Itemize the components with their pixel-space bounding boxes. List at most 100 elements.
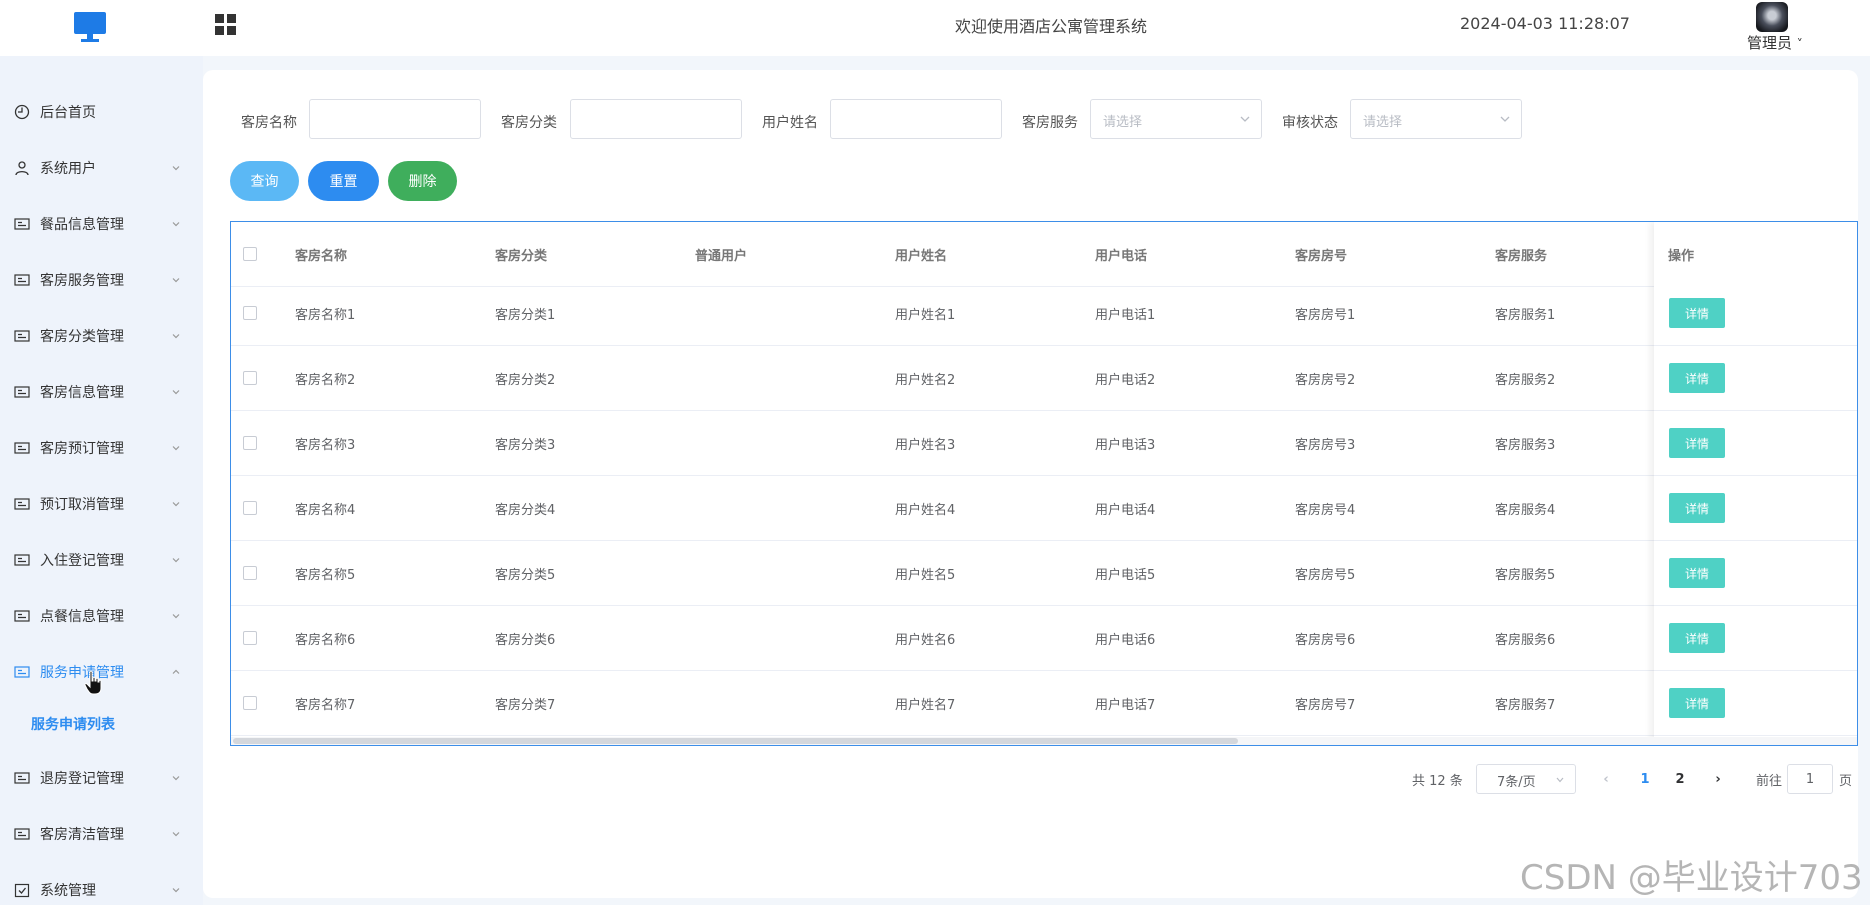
table-row: 客房名称1 客房分类1 用户姓名1 用户电话1 客房房号1 客房服务1 — [231, 281, 1857, 346]
chevron-up-icon — [170, 666, 182, 678]
table-cell: 用户电话1 — [1095, 307, 1156, 323]
table-cell: 客房名称7 — [295, 697, 356, 713]
next-page-button[interactable]: › — [1703, 764, 1733, 794]
column-header: 客房房号 — [1295, 248, 1348, 264]
scrollbar-thumb[interactable] — [233, 738, 1238, 744]
sidebar-item-3[interactable]: 客房服务管理 — [0, 252, 203, 308]
sidebar-item-8[interactable]: 入住登记管理 — [0, 532, 203, 588]
column-header: 客房分类 — [495, 248, 548, 264]
detail-button[interactable]: 详情 — [1669, 363, 1725, 393]
chevron-down-icon — [170, 828, 182, 840]
sidebar-item-4[interactable]: 客房分类管理 — [0, 308, 203, 364]
card-icon — [14, 328, 30, 344]
chevron-down-icon — [170, 554, 182, 566]
sidebar-item-label: 客房信息管理 — [40, 385, 124, 401]
sidebar-item-5[interactable]: 客房信息管理 — [0, 364, 203, 420]
row-checkbox[interactable] — [243, 696, 257, 710]
sidebar-item-12[interactable]: 客房清洁管理 — [0, 806, 203, 862]
row-checkbox[interactable] — [243, 436, 257, 450]
row-checkbox[interactable] — [243, 306, 257, 320]
goto-page-input[interactable] — [1787, 764, 1833, 794]
detail-button[interactable]: 详情 — [1669, 428, 1725, 458]
sidebar-item-9[interactable]: 点餐信息管理 — [0, 588, 203, 644]
detail-button[interactable]: 详情 — [1669, 298, 1725, 328]
checkbox-icon — [14, 882, 30, 898]
table-cell: 客房房号3 — [1295, 437, 1356, 453]
sidebar: 后台首页系统用户餐品信息管理客房服务管理客房分类管理 客房信息管理 客房预订管理预订… — [0, 56, 203, 905]
operations-column: 操作 详情 详情 详情 详情 详情 详情 详情 — [1654, 222, 1857, 745]
sidebar-item-label: 后台首页 — [40, 105, 96, 121]
card-icon — [14, 608, 30, 624]
card-icon — [14, 826, 30, 842]
avatar[interactable] — [1756, 2, 1788, 32]
sidebar-item-0[interactable]: 后台首页 — [0, 84, 203, 140]
detail-button[interactable]: 详情 — [1669, 688, 1725, 718]
table-cell: 客房名称5 — [295, 567, 356, 583]
operations-cell: 详情 — [1654, 346, 1857, 411]
page-1-button[interactable]: 1 — [1630, 764, 1660, 794]
table-cell: 用户姓名6 — [895, 632, 956, 648]
sidebar-item-label: 退房登记管理 — [40, 771, 124, 787]
sidebar-item-label: 餐品信息管理 — [40, 217, 124, 233]
sidebar-item-label: 客房清洁管理 — [40, 827, 124, 843]
table-cell: 客房名称2 — [295, 372, 356, 388]
page-2-button[interactable]: 2 — [1665, 764, 1695, 794]
row-checkbox[interactable] — [243, 501, 257, 515]
column-header: 用户姓名 — [895, 248, 948, 264]
row-checkbox[interactable] — [243, 371, 257, 385]
grid-menu-icon[interactable] — [214, 13, 238, 37]
sidebar-item-label: 点餐信息管理 — [40, 609, 124, 625]
table-row: 客房名称5 客房分类5 用户姓名5 用户电话5 客房房号5 客房服务5 — [231, 541, 1857, 606]
sidebar-item-6[interactable]: 客房预订管理 — [0, 420, 203, 476]
card-icon — [14, 664, 30, 680]
row-checkbox[interactable] — [243, 566, 257, 580]
table-cell: 客房分类2 — [495, 372, 556, 388]
hand-cursor-icon — [84, 670, 102, 695]
user-name-input[interactable] — [830, 99, 1002, 139]
system-title: 欢迎使用酒店公寓管理系统 — [955, 17, 1148, 36]
sidebar-item-13[interactable]: 系统管理 — [0, 862, 203, 905]
table-row: 客房名称2 客房分类2 用户姓名2 用户电话2 客房房号2 客房服务2 — [231, 346, 1857, 411]
sidebar-item-1[interactable]: 系统用户 — [0, 140, 203, 196]
detail-button[interactable]: 详情 — [1669, 623, 1725, 653]
table-cell: 客房名称1 — [295, 307, 356, 323]
review-status-select[interactable]: 请选择 — [1350, 99, 1522, 139]
user-menu[interactable]: 管理员 ˅ — [1747, 32, 1803, 53]
query-button[interactable]: 查询 — [230, 161, 299, 201]
room-name-input[interactable] — [309, 99, 481, 139]
delete-button[interactable]: 删除 — [388, 161, 457, 201]
reset-button[interactable]: 重置 — [308, 161, 379, 201]
page-size-value: 7条/页 — [1497, 775, 1536, 790]
select-all-checkbox[interactable] — [243, 247, 257, 261]
sidebar-item-7[interactable]: 预订取消管理 — [0, 476, 203, 532]
table-cell: 客房服务7 — [1495, 697, 1556, 713]
clock-icon — [14, 104, 30, 120]
table-cell: 客房房号4 — [1295, 502, 1356, 518]
sidebar-item-2[interactable]: 餐品信息管理 — [0, 196, 203, 252]
row-checkbox[interactable] — [243, 631, 257, 645]
sidebar-subitem-service-request-list[interactable]: 服务申请列表 — [0, 698, 203, 750]
page-size-select[interactable]: 7条/页 — [1476, 764, 1576, 794]
detail-button[interactable]: 详情 — [1669, 493, 1725, 523]
chevron-down-icon — [170, 498, 182, 510]
sidebar-item-label: 客房分类管理 — [40, 329, 124, 345]
table-header-row: 客房名称 客房分类 普通用户 用户姓名 用户电话 客房房号 客房服务 — [231, 222, 1857, 287]
sidebar-item-label: 客房预订管理 — [40, 441, 124, 457]
table-row: 客房名称4 客房分类4 用户姓名4 用户电话4 客房房号4 客房服务4 — [231, 476, 1857, 541]
chevron-down-icon — [170, 610, 182, 622]
detail-button[interactable]: 详情 — [1669, 558, 1725, 588]
room-service-select[interactable]: 请选择 — [1090, 99, 1262, 139]
operations-cell: 详情 — [1654, 671, 1857, 736]
operations-cell: 详情 — [1654, 411, 1857, 476]
user-name-filter-label: 用户姓名 — [762, 115, 818, 131]
table-cell: 用户电话6 — [1095, 632, 1156, 648]
chevron-down-icon — [1240, 116, 1250, 122]
room-category-input[interactable] — [570, 99, 742, 139]
table-cell: 用户电话4 — [1095, 502, 1156, 518]
card-icon — [14, 440, 30, 456]
sidebar-item-11[interactable]: 退房登记管理 — [0, 750, 203, 806]
prev-page-button[interactable]: ‹ — [1591, 764, 1621, 794]
horizontal-scrollbar[interactable] — [231, 737, 1857, 745]
table-cell: 客房服务2 — [1495, 372, 1556, 388]
goto-prefix: 前往 — [1756, 773, 1783, 789]
